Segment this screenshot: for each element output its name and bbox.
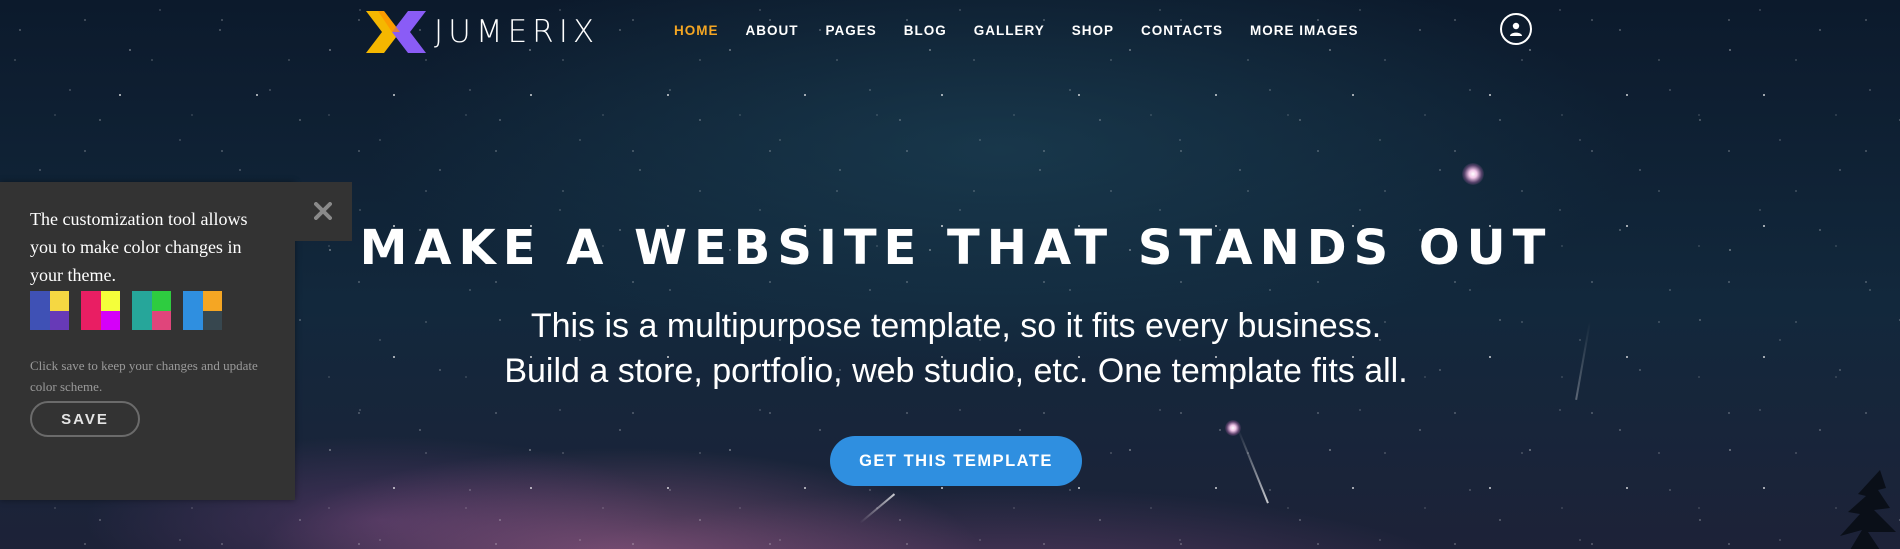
get-template-button[interactable]: GET THIS TEMPLATE bbox=[830, 436, 1082, 486]
nav-home[interactable]: HOME bbox=[674, 23, 719, 38]
site-header: JUMERIX HOME ABOUT PAGES BLOG GALLERY SH… bbox=[0, 0, 1900, 62]
user-account-button[interactable] bbox=[1500, 13, 1532, 45]
bright-star bbox=[1462, 163, 1484, 185]
swatch-blue-yellow[interactable] bbox=[30, 291, 69, 330]
save-button[interactable]: SAVE bbox=[30, 401, 140, 437]
main-nav: HOME ABOUT PAGES BLOG GALLERY SHOP CONTA… bbox=[674, 23, 1386, 38]
nav-contacts[interactable]: CONTACTS bbox=[1141, 23, 1223, 38]
nav-blog[interactable]: BLOG bbox=[904, 23, 947, 38]
logo-x-icon bbox=[366, 11, 426, 53]
nav-more-images[interactable]: MORE IMAGES bbox=[1250, 23, 1359, 38]
swatch-teal-green[interactable] bbox=[132, 291, 171, 330]
close-button[interactable] bbox=[310, 198, 336, 224]
logo[interactable]: JUMERIX bbox=[366, 11, 599, 53]
nav-about[interactable]: ABOUT bbox=[746, 23, 799, 38]
nav-gallery[interactable]: GALLERY bbox=[974, 23, 1045, 38]
user-icon bbox=[1510, 22, 1522, 36]
swatch-pink-magenta[interactable] bbox=[81, 291, 120, 330]
swatch-blue-orange[interactable] bbox=[183, 291, 222, 330]
nav-pages[interactable]: PAGES bbox=[826, 23, 877, 38]
panel-save-note: Click save to keep your changes and upda… bbox=[30, 358, 258, 394]
nav-shop[interactable]: SHOP bbox=[1072, 23, 1114, 38]
logo-text: JUMERIX bbox=[434, 14, 600, 50]
color-swatches bbox=[30, 291, 234, 330]
tree-silhouette bbox=[1840, 470, 1896, 549]
close-icon bbox=[314, 202, 332, 220]
panel-description: The customization tool allows you to mak… bbox=[30, 209, 248, 285]
